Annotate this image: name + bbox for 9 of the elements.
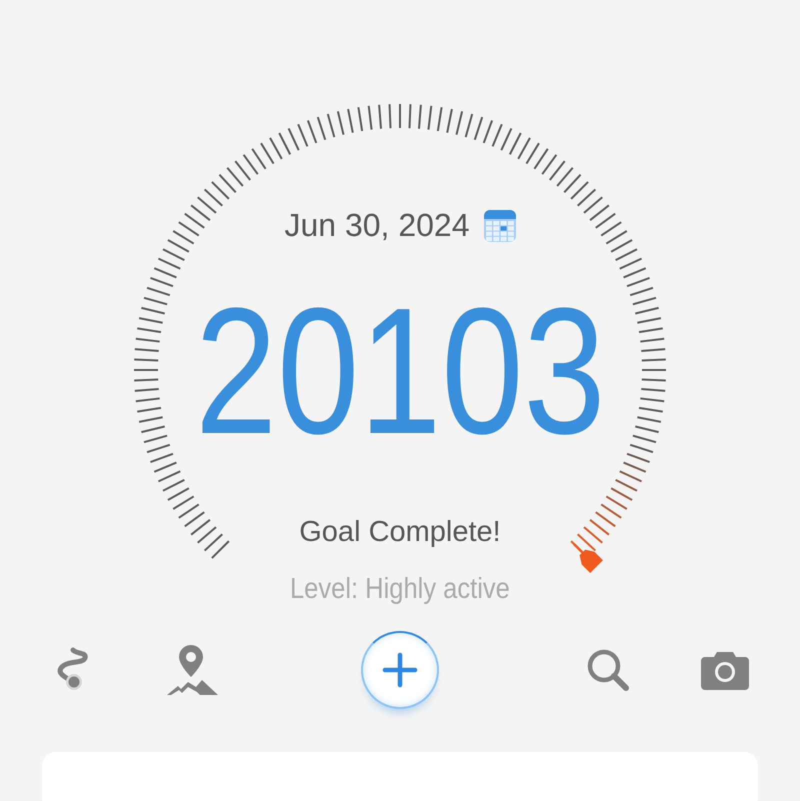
- plus-icon: [382, 652, 418, 688]
- camera-icon[interactable]: [701, 650, 749, 690]
- map-pin-icon[interactable]: [166, 643, 220, 697]
- goal-message: Goal Complete!: [299, 516, 501, 549]
- activity-level: Level: Highly active: [290, 573, 510, 606]
- progress-marker: [573, 543, 603, 573]
- calendar-icon[interactable]: [484, 210, 516, 242]
- date-label: Jun 30, 2024: [284, 207, 470, 244]
- step-count: 20103: [194, 282, 606, 462]
